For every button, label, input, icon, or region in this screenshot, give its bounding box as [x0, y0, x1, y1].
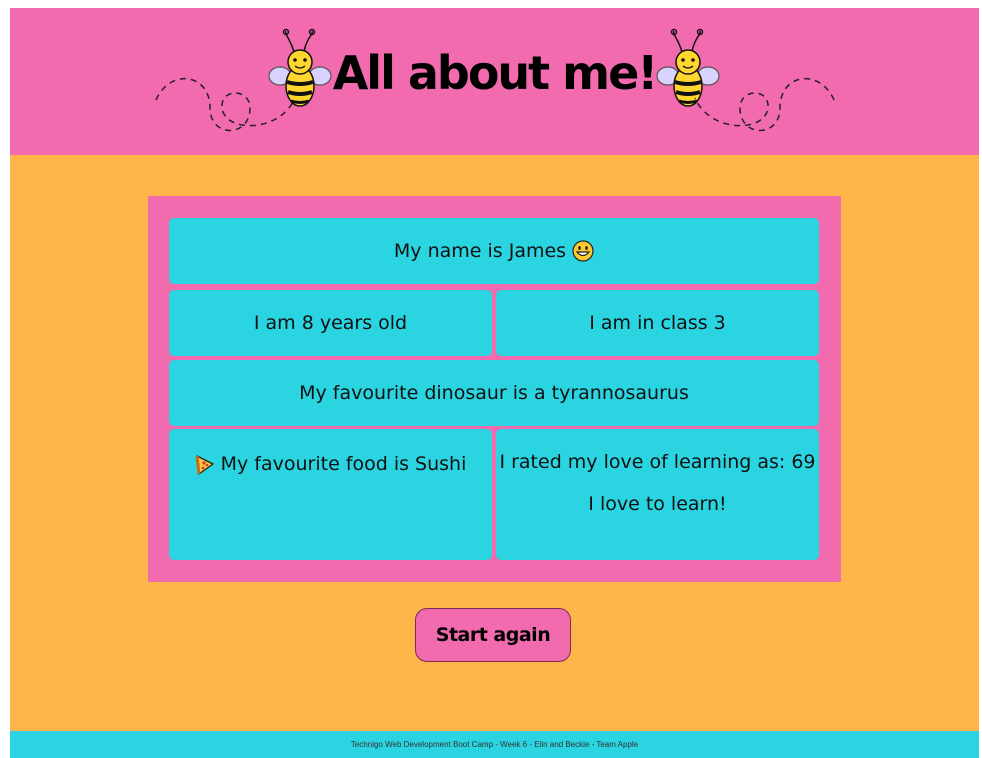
name-text: My name is James [393, 240, 567, 262]
dashed-trail-right [694, 77, 835, 132]
rating-cell: I rated my love of learning as: 69 I lov… [496, 429, 819, 560]
age-text: I am 8 years old [253, 312, 408, 334]
class-text: I am in class 3 [589, 312, 726, 334]
dinosaur-text: My favourite dinosaur is a tyrannosaurus [299, 382, 689, 404]
grinning-face-icon [572, 240, 594, 262]
main-content: My name is James I am 8 years old I am i… [10, 155, 979, 731]
summary-card: My name is James I am 8 years old I am i… [148, 196, 841, 582]
food-text: My favourite food is Sushi [220, 453, 467, 475]
food-cell: My favourite food is Sushi [169, 429, 492, 560]
age-cell: I am 8 years old [169, 290, 492, 356]
page: All about me! My name is James I am 8 ye… [10, 8, 979, 758]
rating-text: I rated my love of learning as: 69 [499, 451, 816, 473]
name-cell: My name is James [169, 218, 819, 284]
class-cell: I am in class 3 [496, 290, 819, 356]
dinosaur-cell: My favourite dinosaur is a tyrannosaurus [169, 360, 819, 426]
header: All about me! [10, 8, 979, 155]
footer: Technigo Web Development Boot Camp - Wee… [10, 731, 979, 758]
start-again-button[interactable]: Start again [415, 608, 571, 662]
learn-text: I love to learn! [588, 493, 727, 515]
pizza-icon [195, 454, 214, 475]
